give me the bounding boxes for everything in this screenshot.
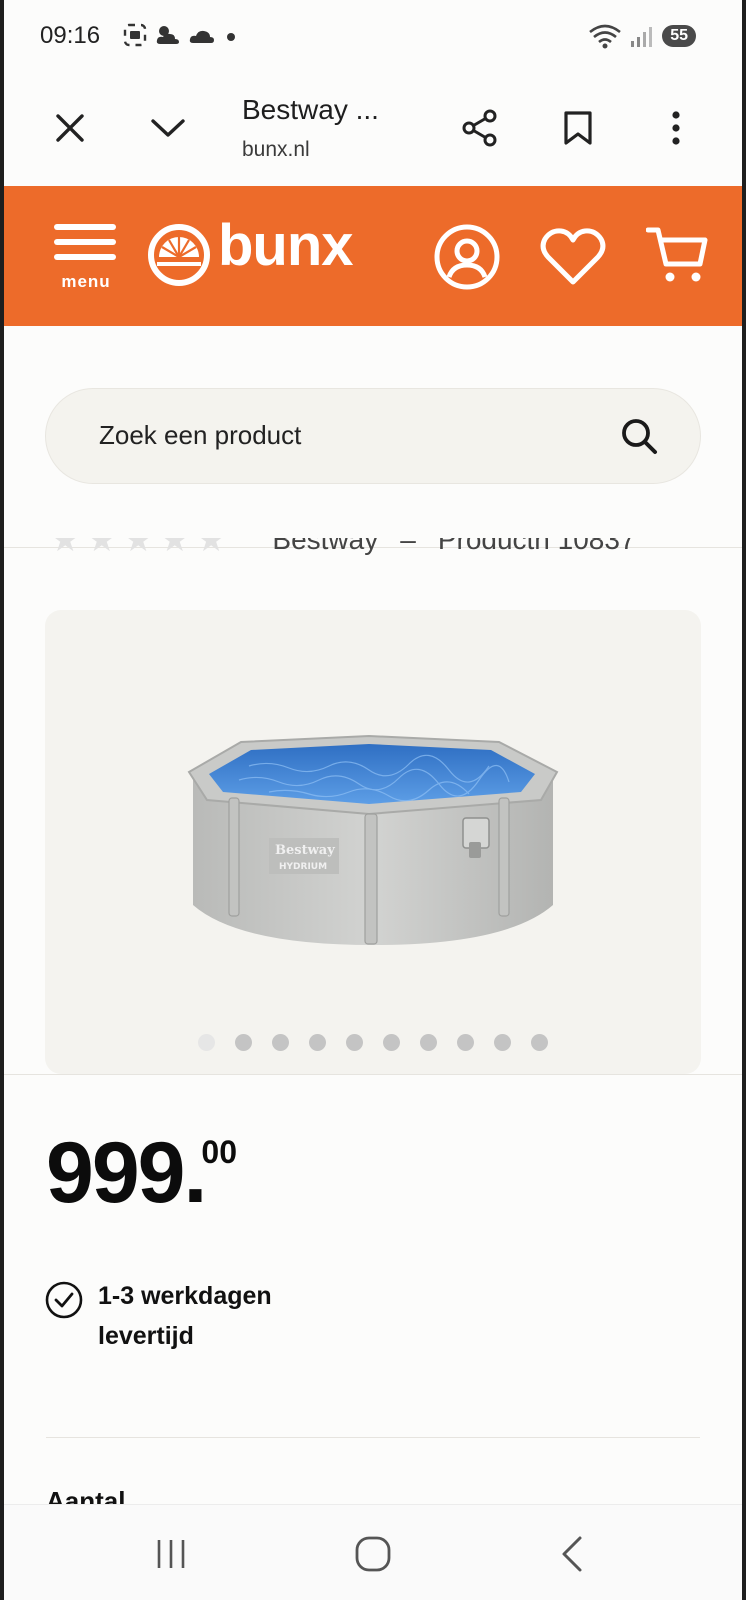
page-url[interactable]: bunx.nl bbox=[242, 138, 310, 162]
device-frame-right bbox=[742, 0, 746, 1600]
product-brand[interactable]: Bestway bbox=[272, 538, 378, 556]
gallery-pagination bbox=[45, 1034, 701, 1051]
sun-logo-icon bbox=[148, 224, 210, 286]
more-options-button[interactable] bbox=[646, 98, 706, 158]
account-button[interactable] bbox=[432, 222, 502, 292]
status-icons-right: 55 bbox=[588, 22, 696, 50]
brand-logo-mark[interactable] bbox=[146, 222, 212, 288]
more-vertical-icon bbox=[672, 111, 680, 145]
status-icons-left bbox=[122, 22, 240, 48]
cloud-icon bbox=[189, 30, 214, 43]
gallery-dot[interactable] bbox=[235, 1034, 252, 1051]
price-cents: 00 bbox=[201, 1134, 237, 1170]
cart-icon bbox=[646, 227, 708, 282]
device-frame-left bbox=[0, 0, 4, 1600]
product-image-gallery[interactable]: Bestway HYDRIUM bbox=[45, 610, 701, 1074]
page-title: Bestway ... bbox=[242, 94, 379, 125]
brand-logo-text[interactable]: bunx bbox=[218, 212, 354, 279]
menu-label[interactable]: menu bbox=[54, 272, 118, 292]
gallery-dot[interactable] bbox=[272, 1034, 289, 1051]
rating-stars: ★★★★★ bbox=[50, 538, 233, 558]
chevron-down-icon bbox=[151, 119, 185, 137]
bookmark-icon bbox=[564, 111, 592, 145]
gallery-dot[interactable] bbox=[457, 1034, 474, 1051]
gallery-dot[interactable] bbox=[198, 1034, 215, 1051]
product-meta-row-inner: ★★★★★ Bestway – Productn 10837 bbox=[50, 538, 636, 558]
status-time: 09:16 bbox=[40, 22, 101, 49]
quantity-section-cutoff: Aantal bbox=[46, 1486, 346, 1506]
back-button[interactable] bbox=[548, 1529, 598, 1579]
home-icon bbox=[355, 1536, 391, 1572]
pool-product-image: Bestway HYDRIUM bbox=[187, 734, 559, 945]
gallery-dot[interactable] bbox=[494, 1034, 511, 1051]
wifi-icon bbox=[589, 24, 622, 49]
price-divider bbox=[46, 1437, 700, 1438]
system-navigation-bar bbox=[4, 1504, 742, 1600]
share-button[interactable] bbox=[450, 98, 510, 158]
menu-button[interactable] bbox=[52, 222, 118, 266]
status-bar: 09:16 55 bbox=[0, 0, 746, 76]
product-code: Productn 10837 bbox=[437, 538, 636, 555]
close-icon bbox=[56, 114, 84, 142]
wishlist-button[interactable] bbox=[538, 222, 608, 292]
notification-dot-icon bbox=[227, 33, 235, 41]
meta-separator: – bbox=[400, 538, 416, 555]
site-header: menu bunx bbox=[4, 186, 742, 326]
home-button[interactable] bbox=[348, 1529, 398, 1579]
recent-apps-button[interactable] bbox=[146, 1529, 196, 1579]
browser-toolbar: Bestway ... bunx.nl bbox=[0, 76, 746, 186]
share-icon bbox=[462, 109, 497, 147]
svg-text:HYDRIUM: HYDRIUM bbox=[279, 862, 327, 872]
search-button[interactable] bbox=[616, 413, 662, 459]
back-icon bbox=[562, 1536, 582, 1572]
gallery-divider bbox=[4, 1074, 742, 1075]
gallery-dot[interactable] bbox=[346, 1034, 363, 1051]
price-whole: 999 bbox=[46, 1125, 185, 1221]
search-icon bbox=[622, 419, 657, 454]
product-price: 999 . 00 bbox=[46, 1130, 237, 1216]
search-placeholder: Zoek een product bbox=[99, 420, 302, 450]
signal-icon bbox=[631, 27, 653, 47]
gallery-dot[interactable] bbox=[383, 1034, 400, 1051]
cart-button[interactable] bbox=[644, 222, 710, 288]
check-circle-icon bbox=[45, 1281, 83, 1319]
screenshot-icon bbox=[123, 23, 147, 47]
gallery-dot[interactable] bbox=[309, 1034, 326, 1051]
svg-text:Bestway: Bestway bbox=[275, 843, 335, 858]
gallery-dot[interactable] bbox=[531, 1034, 548, 1051]
weather-icon bbox=[156, 26, 179, 44]
bookmark-button[interactable] bbox=[548, 98, 608, 158]
quantity-label: Aantal bbox=[46, 1486, 126, 1506]
user-icon bbox=[434, 224, 500, 290]
product-meta-row-cutoff: ★★★★★ Bestway – Productn 10837 bbox=[4, 538, 742, 558]
recent-apps-icon bbox=[157, 1540, 185, 1568]
delivery-time: 1-3 werkdagen levertijd bbox=[98, 1282, 272, 1350]
gallery-dot[interactable] bbox=[420, 1034, 437, 1051]
delivery-info: 1-3 werkdagen levertijd bbox=[44, 1276, 318, 1356]
battery-indicator: 55 bbox=[662, 25, 696, 47]
close-tab-button[interactable] bbox=[40, 98, 100, 158]
minimize-tab-button[interactable] bbox=[138, 98, 198, 158]
heart-icon bbox=[540, 228, 606, 285]
search-input[interactable]: Zoek een product bbox=[45, 388, 701, 484]
hamburger-icon bbox=[54, 224, 116, 260]
